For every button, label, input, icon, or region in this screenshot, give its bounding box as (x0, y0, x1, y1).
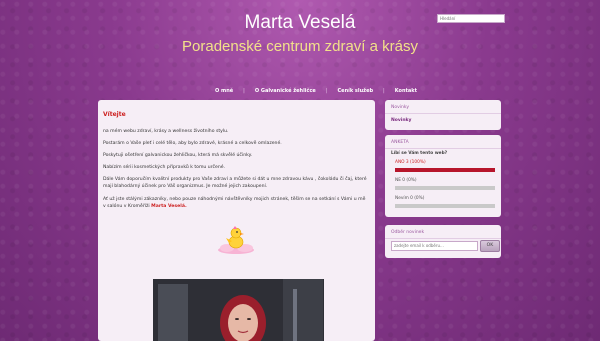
poll-bar-no (395, 186, 495, 190)
portrait-photo (153, 279, 324, 341)
newsletter-box: Odběr novinek OK (385, 225, 501, 258)
poll-option-yes[interactable]: ANO 3 (100%) (395, 160, 426, 165)
nav-item-kontakt[interactable]: Kontakt (385, 88, 427, 94)
newsletter-ok-button[interactable]: OK (480, 240, 500, 252)
body-paragraph: Poskytuji ošetření galvanickou žehličkou… (103, 153, 253, 158)
intro-paragraph: na mém webu zdraví, krásy a wellness živ… (103, 129, 229, 134)
main-nav: O mně | O Galvanické žehličce | Ceník sl… (205, 86, 427, 96)
page-heading: Vítejte (103, 111, 126, 118)
signature-name: Marta Veselá. (151, 204, 187, 209)
portrait-illustration (153, 279, 324, 341)
search-input[interactable] (437, 14, 505, 23)
newsletter-box-header: Odběr novinek (385, 225, 501, 239)
poll-option-dontknow[interactable]: Nevím 0 (0%) (395, 196, 424, 201)
poll-bar-yes (395, 168, 495, 172)
poll-option-no[interactable]: NE 0 (0%) (395, 178, 417, 183)
nav-item-o-mne[interactable]: O mně (205, 88, 243, 94)
poll-box-header: ANKETA (385, 135, 501, 149)
site-subtitle: Poradenské centrum zdraví a krásy (182, 38, 418, 55)
body-paragraph: Nabízím sérii kosmetických přípravků k t… (103, 165, 226, 170)
newsletter-email-input[interactable] (391, 241, 478, 251)
body-paragraph: Dále Vám doporučím kvalitní produkty pro… (103, 177, 367, 189)
news-box-header: Novinky (385, 100, 501, 114)
news-box: Novinky Novinky (385, 100, 501, 130)
site-title: Marta Veselá (244, 12, 356, 33)
poll-bar-yes-fill (395, 168, 495, 172)
nav-item-cenik-sluzeb[interactable]: Ceník služeb (328, 88, 384, 94)
news-link[interactable]: Novinky (385, 114, 501, 127)
closing-text: Ať už jste stálými zákazníky, nebo pouze… (103, 197, 366, 209)
nav-item-galvanicka-zehlicka[interactable]: O Galvanické žehličce (245, 88, 326, 94)
poll-question: Líbí se Vám tento web? (391, 151, 448, 156)
cartoon-duck-icon (218, 226, 254, 254)
body-paragraph: Postarám o Vaše pleť i celé tělo, aby by… (103, 141, 282, 146)
poll-box: ANKETA Líbí se Vám tento web? ANO 3 (100… (385, 135, 501, 217)
closing-paragraph: Ať už jste stálými zákazníky, nebo pouze… (103, 196, 369, 210)
poll-bar-dontknow (395, 204, 495, 208)
